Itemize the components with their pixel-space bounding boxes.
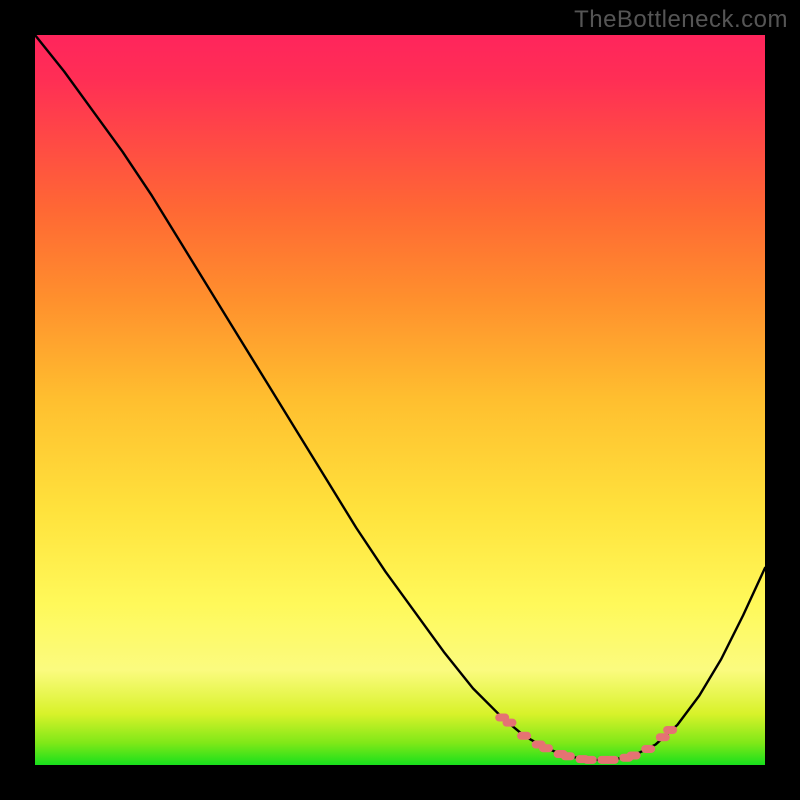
marker-dot xyxy=(605,756,619,764)
marker-dot xyxy=(656,733,670,741)
plot-area xyxy=(35,35,765,765)
marker-dot xyxy=(517,732,531,740)
marker-dot xyxy=(539,744,553,752)
marker-dot xyxy=(627,752,641,760)
bottleneck-curve xyxy=(35,35,765,760)
marker-dot xyxy=(583,756,597,764)
marker-dot xyxy=(663,726,677,734)
marker-dot xyxy=(561,752,575,760)
chart-frame: TheBottleneck.com xyxy=(0,0,800,800)
optimal-range-markers xyxy=(495,714,677,764)
marker-dot xyxy=(503,719,517,727)
chart-overlay xyxy=(35,35,765,765)
watermark-text: TheBottleneck.com xyxy=(574,6,788,34)
marker-dot xyxy=(641,745,655,753)
